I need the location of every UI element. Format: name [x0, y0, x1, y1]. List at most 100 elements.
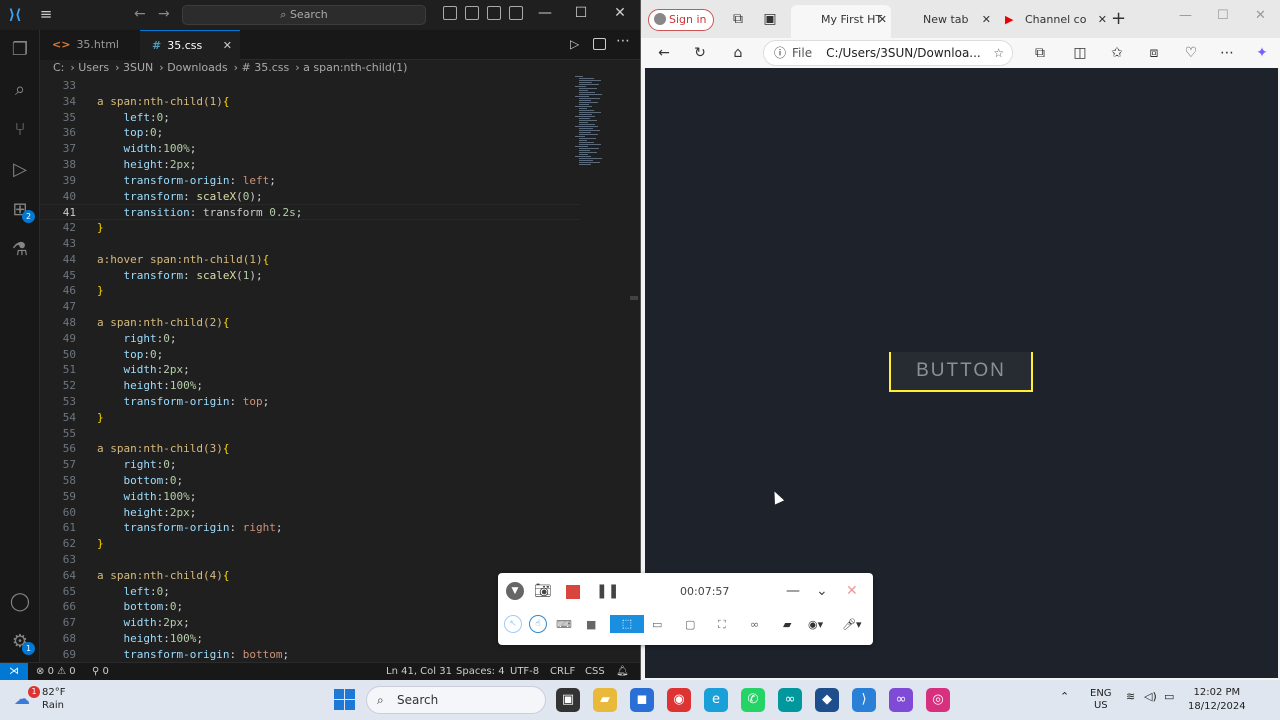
- webcam-dropdown-icon[interactable]: ◉▾: [808, 615, 823, 635]
- code-line[interactable]: 43: [40, 236, 580, 252]
- settings-gear-icon[interactable]: ⚙ 1: [8, 630, 35, 655]
- bell-icon[interactable]: 🔔︎: [616, 663, 629, 681]
- code-line[interactable]: 55: [40, 426, 580, 442]
- encoding[interactable]: UTF-8: [510, 663, 539, 681]
- editor-scrollbar[interactable]: [630, 296, 638, 300]
- minimap[interactable]: [575, 76, 605, 176]
- store-icon[interactable]: ◼: [630, 688, 654, 712]
- code-line[interactable]: 46}: [40, 283, 580, 299]
- microphone-dropdown-icon[interactable]: 🎤︎▾: [842, 615, 862, 635]
- minimize-icon[interactable]: —: [786, 581, 800, 601]
- line-endings[interactable]: CRLF: [550, 663, 575, 681]
- split-editor-icon[interactable]: [593, 38, 606, 50]
- code-line[interactable]: 34 a span:nth-child(1){: [40, 94, 580, 110]
- browser-tab-my-first[interactable]: My First HT ✕: [791, 5, 891, 38]
- more-icon[interactable]: ⋯: [1216, 42, 1238, 64]
- volume-icon[interactable]: ◁): [1144, 690, 1157, 703]
- tab-35-css[interactable]: #35.css ✕: [140, 30, 240, 60]
- collapse-icon[interactable]: ▼: [506, 582, 524, 600]
- close-icon[interactable]: ✕: [846, 581, 858, 601]
- favorites-icon[interactable]: ✩: [1106, 42, 1128, 64]
- browser-tab-channel[interactable]: ▶ Channel co ✕: [1001, 5, 1111, 38]
- code-line[interactable]: 63: [40, 552, 580, 568]
- language-mode[interactable]: CSS: [585, 663, 605, 681]
- code-line[interactable]: 58 bottom:0;: [40, 473, 580, 489]
- back-arrow-icon[interactable]: ←: [134, 6, 146, 22]
- tab-35-html[interactable]: <> 35.html: [40, 30, 140, 60]
- run-debug-icon[interactable]: ▷: [8, 158, 32, 182]
- customize-layout-icon[interactable]: [509, 6, 523, 20]
- code-line[interactable]: 44 a:hover span:nth-child(1){: [40, 252, 580, 268]
- code-line[interactable]: 61 transform-origin: right;: [40, 520, 580, 536]
- monitor-icon[interactable]: ▭: [652, 615, 662, 635]
- region-mode-icon[interactable]: ⬚: [610, 615, 644, 633]
- code-line[interactable]: 50 top:0;: [40, 347, 580, 363]
- code-line[interactable]: 69 transform-origin: bottom;: [40, 647, 580, 662]
- code-line[interactable]: 36 top:0;: [40, 125, 580, 141]
- breadcrumb-item[interactable]: a span:nth-child(1): [303, 61, 407, 74]
- toggle-panel-icon[interactable]: [465, 6, 479, 20]
- breadcrumb-item[interactable]: C:: [53, 61, 64, 74]
- copilot-icon[interactable]: ✦: [1251, 42, 1273, 64]
- back-icon[interactable]: ←: [653, 42, 675, 64]
- fullscreen-icon[interactable]: ⛶: [718, 615, 726, 635]
- file-explorer-icon[interactable]: ▰: [593, 688, 617, 712]
- run-icon[interactable]: ▷: [570, 37, 579, 51]
- problems-indicator[interactable]: ⊗ 0 ⚠ 0: [36, 663, 76, 681]
- keyboard-icon[interactable]: ⌨: [556, 615, 572, 635]
- task-view-icon[interactable]: ▣: [556, 688, 580, 712]
- explorer-icon[interactable]: ❐: [8, 38, 32, 62]
- link-icon[interactable]: ∞: [750, 615, 759, 635]
- recorder-app-icon[interactable]: ◉: [667, 688, 691, 712]
- favorite-star-icon[interactable]: ☆: [993, 41, 1004, 65]
- code-line[interactable]: 54}: [40, 410, 580, 426]
- maximize-icon[interactable]: ☐: [571, 5, 591, 21]
- code-line[interactable]: 45 transform: scaleX(1);: [40, 268, 580, 284]
- account-icon[interactable]: ◯: [8, 590, 32, 614]
- code-line[interactable]: 56 a span:nth-child(3){: [40, 441, 580, 457]
- chevron-up-icon[interactable]: ⌃: [1060, 690, 1069, 703]
- code-line[interactable]: 35 left:0;: [40, 110, 580, 126]
- instagram-icon[interactable]: ◎: [926, 688, 950, 712]
- code-line[interactable]: 59 width:100%;: [40, 489, 580, 505]
- breadcrumb-item[interactable]: # 35.css: [242, 61, 290, 74]
- code-line[interactable]: 52 height:100%;: [40, 378, 580, 394]
- source-control-icon[interactable]: ⑂: [8, 118, 32, 142]
- tab-close-icon[interactable]: ✕: [878, 5, 887, 34]
- toggle-sidebar-icon[interactable]: [443, 6, 457, 20]
- pointer-icon[interactable]: ↖: [504, 615, 522, 633]
- battery-icon[interactable]: ▭: [1164, 690, 1174, 703]
- split-screen-icon[interactable]: ◫: [1069, 42, 1091, 64]
- extensions-icon[interactable]: ⧉: [1029, 42, 1051, 64]
- code-line[interactable]: 51 width:2px;: [40, 362, 580, 378]
- code-line[interactable]: 62}: [40, 536, 580, 552]
- code-line[interactable]: 57 right:0;: [40, 457, 580, 473]
- code-line[interactable]: 48 a span:nth-child(2){: [40, 315, 580, 331]
- folder-icon[interactable]: ▰: [783, 615, 791, 635]
- hand-icon[interactable]: ☝: [529, 615, 547, 633]
- start-button[interactable]: [334, 689, 356, 711]
- maximize-icon[interactable]: ☐: [1217, 8, 1229, 23]
- taskbar-search[interactable]: ⌕ Search: [366, 686, 546, 714]
- breadcrumb-item[interactable]: 3SUN: [123, 61, 153, 74]
- code-line[interactable]: 40 transform: scaleX(0);: [40, 189, 580, 205]
- window-icon[interactable]: ▢: [685, 615, 695, 635]
- indentation[interactable]: Spaces: 4: [456, 663, 505, 681]
- ports-indicator[interactable]: ⚲ 0: [92, 663, 109, 681]
- code-line[interactable]: 37 width:100%;: [40, 141, 580, 157]
- testing-icon[interactable]: ⚗: [8, 238, 32, 262]
- more-actions-icon[interactable]: ⋯: [616, 33, 630, 49]
- code-line[interactable]: 42}: [40, 220, 580, 236]
- edge-icon[interactable]: e: [704, 688, 728, 712]
- video-camera-icon[interactable]: ■: [586, 615, 596, 635]
- code-line[interactable]: 53 transform-origin: top;: [40, 394, 580, 410]
- vscode-taskbar-icon[interactable]: ⟩: [852, 688, 876, 712]
- browser-tab-new-tab[interactable]: New tab ✕: [899, 5, 995, 38]
- command-search-input[interactable]: ⌕ Search: [182, 5, 426, 25]
- toggle-secondary-sidebar-icon[interactable]: [487, 6, 501, 20]
- code-line[interactable]: 41 transition: transform 0.2s;: [40, 204, 580, 221]
- close-icon[interactable]: ✕: [610, 5, 630, 21]
- arduino-icon[interactable]: ∞: [778, 688, 802, 712]
- cursor-position[interactable]: Ln 41, Col 31: [386, 663, 452, 681]
- pause-button[interactable]: ❚❚: [596, 581, 619, 601]
